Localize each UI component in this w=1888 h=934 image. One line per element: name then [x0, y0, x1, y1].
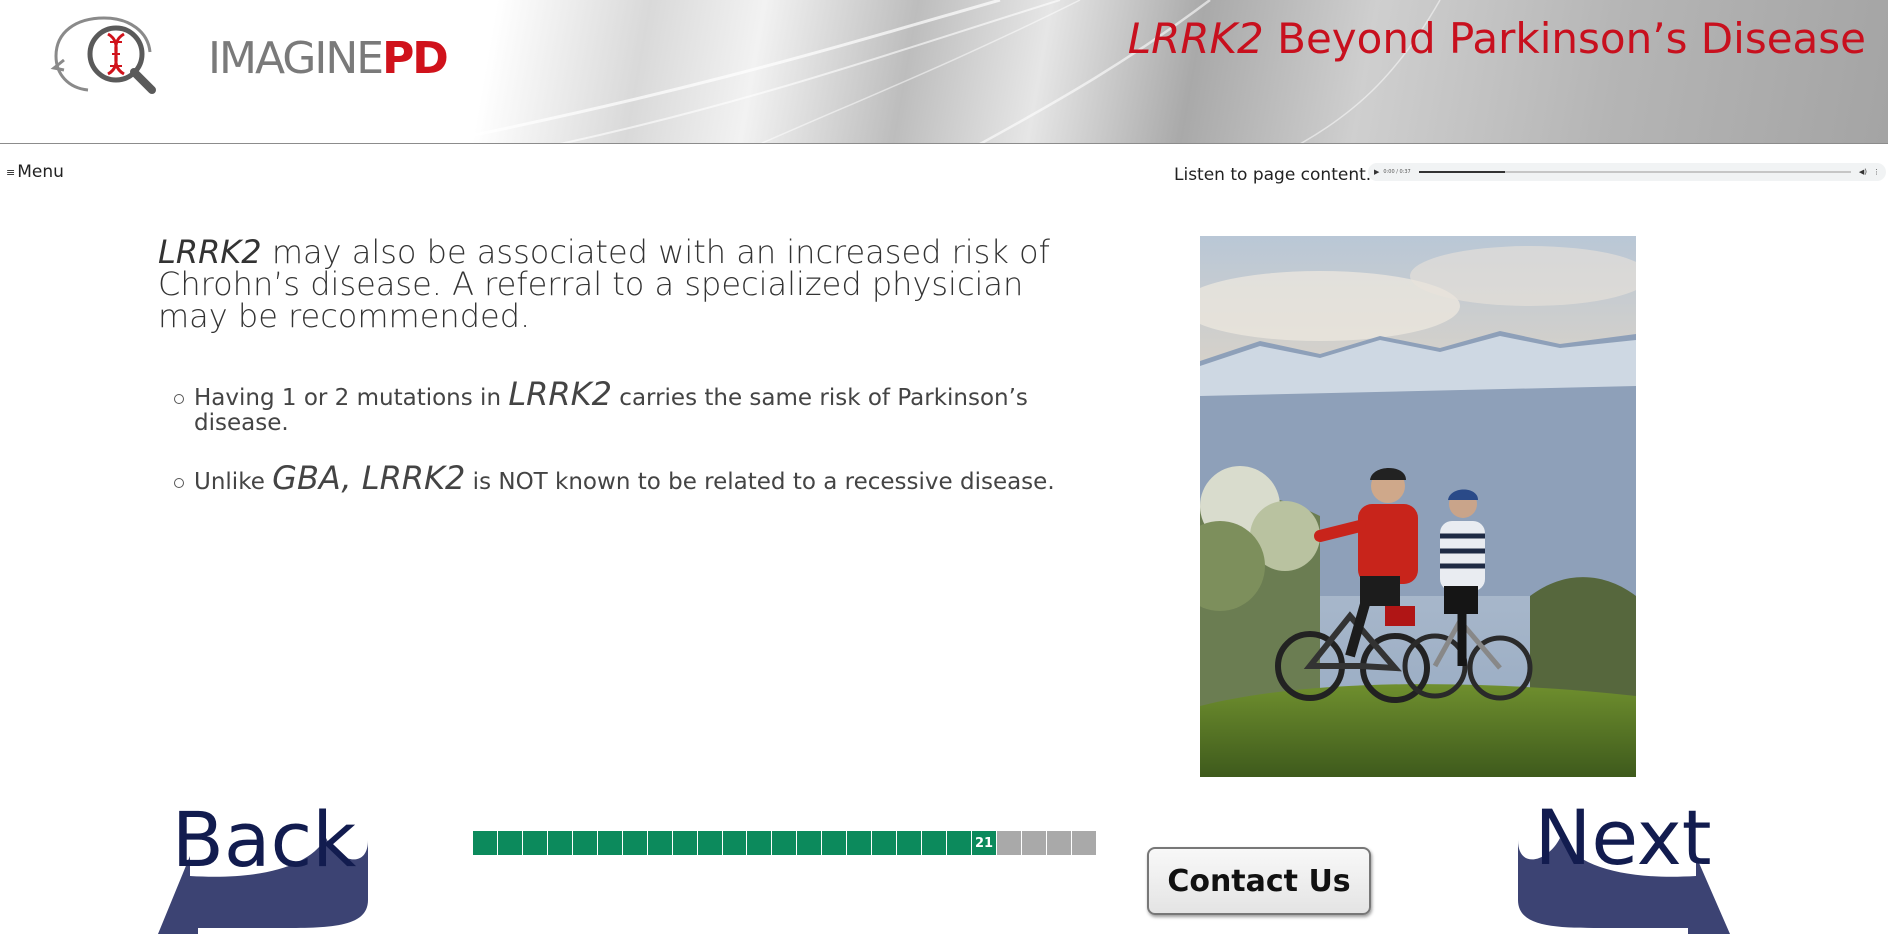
page-title-text: Beyond Parkinson’s Disease — [1263, 14, 1866, 63]
progress-segment — [622, 831, 648, 855]
lead-text: may also be associated with an increased… — [158, 233, 1050, 335]
bullet-gene: LRRK2 — [508, 375, 612, 413]
volume-icon[interactable]: ◀) — [1859, 168, 1867, 176]
progress-segment — [597, 831, 623, 855]
bullet-gene: GBA, LRRK2 — [272, 459, 466, 497]
next-button[interactable]: Next — [1516, 798, 1730, 934]
progress-segment — [1071, 831, 1097, 855]
page-title-gene: LRRK2 — [1127, 14, 1264, 63]
imaginepd-logo[interactable]: IMAGINEPD — [48, 10, 449, 100]
audio-seek-bar[interactable] — [1418, 171, 1851, 173]
cyclists-photo — [1200, 236, 1636, 777]
progress-segment — [947, 831, 973, 855]
progress-segment — [797, 831, 823, 855]
progress-segment: 21 — [972, 831, 998, 855]
progress-segment — [672, 831, 698, 855]
progress-segment — [722, 831, 748, 855]
bullet-text: Unlike — [194, 469, 273, 495]
progress-segment — [572, 831, 598, 855]
progress-segment — [697, 831, 723, 855]
page-title: LRRK2 Beyond Parkinson’s Disease — [1128, 12, 1866, 66]
head-magnifier-icon — [50, 16, 156, 94]
progress-segment — [547, 831, 573, 855]
play-icon[interactable]: ▶ — [1374, 168, 1379, 176]
progress-segment — [747, 831, 773, 855]
list-item: Unlike GBA, LRRK2 is NOT known to be rel… — [174, 462, 1114, 495]
progress-segment — [522, 831, 548, 855]
bullet-text: Having 1 or 2 mutations in — [194, 385, 509, 411]
progress-segment — [922, 831, 948, 855]
bullet-text: is NOT known to be related to a recessiv… — [465, 469, 1055, 495]
progress-bar: 21 — [473, 831, 1097, 855]
logo-imagine: IMAGINE — [208, 33, 384, 84]
lead-paragraph: LRRK2 may also be associated with an inc… — [158, 236, 1098, 332]
progress-segment — [872, 831, 898, 855]
back-button[interactable]: Back — [158, 800, 370, 934]
progress-segment — [473, 831, 498, 855]
audio-seek-fill — [1418, 171, 1506, 173]
menu-label: Menu — [17, 162, 64, 182]
progress-segment — [847, 831, 873, 855]
audio-player[interactable]: ▶ 0:00 / 0:37 ◀) ⋮ — [1368, 163, 1886, 181]
progress-segment — [822, 831, 848, 855]
cyclists-image — [1200, 236, 1636, 777]
bullet-list: Having 1 or 2 mutations in LRRK2 carries… — [174, 378, 1114, 525]
next-label: Next — [1534, 793, 1712, 882]
menu-button[interactable]: ≡ Menu — [6, 162, 64, 182]
logo-pd: PD — [382, 33, 449, 84]
progress-segment — [1021, 831, 1047, 855]
progress-segment — [997, 831, 1022, 855]
progress-segment — [497, 831, 523, 855]
site-header: IMAGINEPD LRRK2 Beyond Parkinson’s Disea… — [0, 0, 1888, 144]
audio-time: 0:00 / 0:37 — [1383, 169, 1411, 175]
listen-label: Listen to page content. — [1174, 165, 1372, 185]
logo-wordmark: IMAGINEPD — [208, 33, 449, 84]
list-item: Having 1 or 2 mutations in LRRK2 carries… — [174, 378, 1114, 436]
progress-segment — [772, 831, 798, 855]
more-options-icon[interactable]: ⋮ — [1873, 168, 1880, 176]
hamburger-icon: ≡ — [6, 165, 16, 179]
progress-segment — [1046, 831, 1072, 855]
progress-segment — [897, 831, 923, 855]
progress-segment — [647, 831, 673, 855]
back-label: Back — [171, 795, 357, 884]
contact-us-button[interactable]: Contact Us — [1147, 847, 1371, 915]
